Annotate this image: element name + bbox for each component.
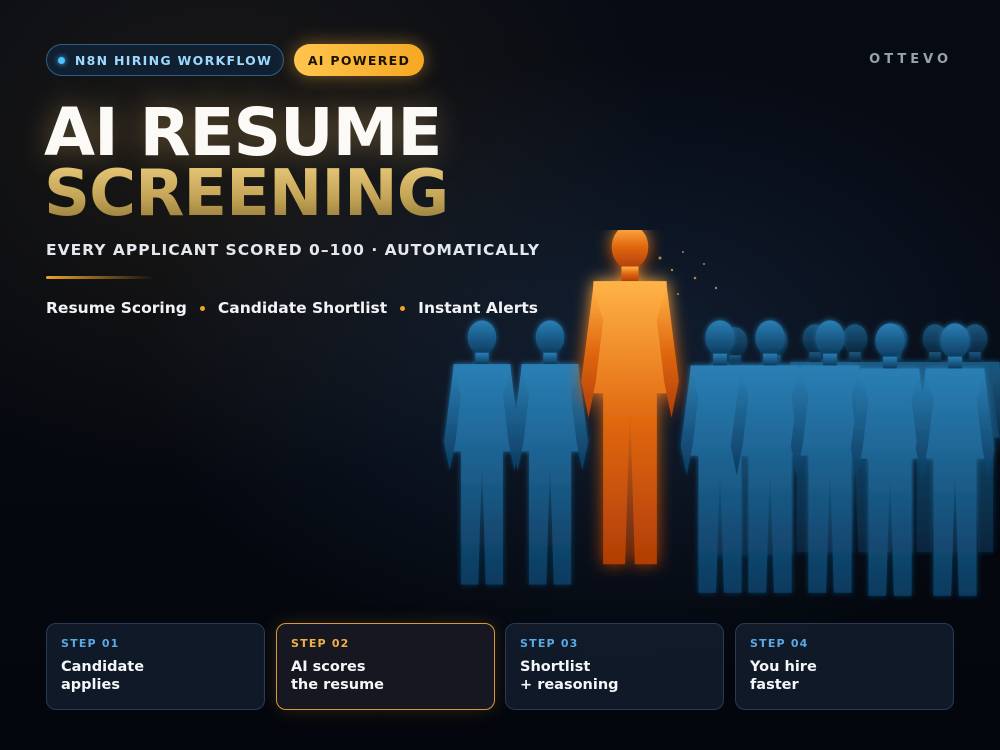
step-description: Candidate applies bbox=[61, 659, 145, 693]
step-number: STEP 03 bbox=[520, 637, 579, 650]
status-dot-icon bbox=[57, 56, 65, 64]
step-number: STEP 02 bbox=[291, 637, 350, 650]
workflow-badge: N8N HIRING WORKFLOW bbox=[46, 44, 284, 76]
step-number: STEP 04 bbox=[750, 637, 809, 650]
step-number: STEP 01 bbox=[61, 637, 120, 650]
accent-underline bbox=[46, 276, 154, 279]
candidate-crowd-illustration bbox=[444, 230, 1000, 596]
step-card-3: STEP 03 Shortlist + reasoning bbox=[505, 623, 724, 710]
title-line-2: SCREENING bbox=[44, 157, 449, 231]
feature-item: Resume Scoring bbox=[46, 299, 187, 317]
workflow-steps: STEP 01 Candidate applies STEP 02 AI sco… bbox=[46, 623, 954, 710]
step-description: AI scores the resume bbox=[291, 659, 385, 693]
hero-banner: N8N HIRING WORKFLOW AI POWERED OTTEVO AI… bbox=[0, 0, 1000, 750]
step-card-1: STEP 01 Candidate applies bbox=[46, 623, 265, 710]
ai-powered-badge-label: AI POWERED bbox=[307, 52, 411, 68]
bullet-dot-icon bbox=[199, 305, 205, 311]
step-card-4: STEP 04 You hire faster bbox=[735, 623, 954, 710]
workflow-badge-label: N8N HIRING WORKFLOW bbox=[74, 52, 273, 68]
step-card-2: STEP 02 AI scores the resume bbox=[276, 623, 495, 710]
feature-item: Candidate Shortlist bbox=[217, 299, 388, 317]
brand-logo: OTTEVO bbox=[869, 52, 952, 67]
step-description: You hire faster bbox=[750, 659, 817, 693]
step-description: Shortlist + reasoning bbox=[520, 659, 619, 693]
ai-powered-badge: AI POWERED bbox=[294, 44, 424, 76]
bullet-dot-icon bbox=[400, 305, 406, 311]
